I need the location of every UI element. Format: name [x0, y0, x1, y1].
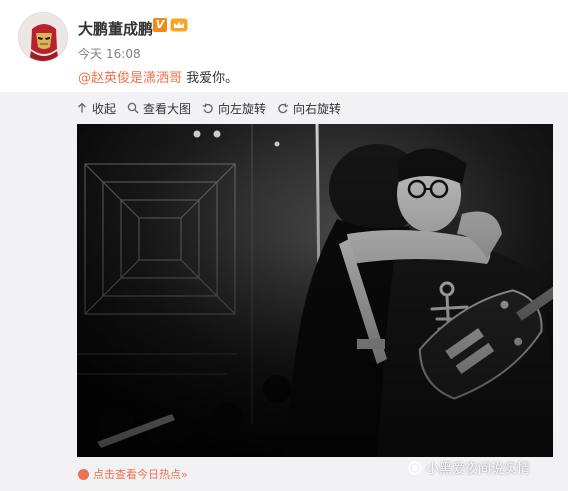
user-avatar[interactable]	[18, 12, 68, 62]
watermark-logo-icon	[408, 460, 422, 475]
post-photo[interactable]	[77, 124, 553, 457]
watermark-text: 小黑爱夜间说实情	[426, 462, 531, 477]
watermark: 小黑爱夜间说实情	[408, 458, 530, 477]
post-body: 我爱你。	[186, 71, 239, 86]
post-time[interactable]: 今天 16:08	[78, 45, 141, 62]
hot-flame-icon	[78, 468, 89, 480]
rotate-right-label: 向右旋转	[293, 101, 342, 116]
collapse-button[interactable]: 收起	[76, 100, 116, 117]
rotate-left-label: 向左旋转	[218, 101, 267, 116]
member-crown-icon[interactable]	[170, 18, 188, 32]
concert-photo-image	[77, 124, 553, 457]
rotate-right-button[interactable]: 向右旋转	[277, 100, 341, 117]
magnifier-icon	[127, 102, 139, 114]
post-clock: 16:08	[106, 47, 141, 61]
ironman-avatar-icon	[19, 13, 67, 61]
post-day: 今天	[78, 47, 103, 61]
mention-link[interactable]: @赵英俊是潇洒哥	[78, 71, 182, 86]
hot-topics-label: 点击查看今日热点»	[93, 468, 188, 481]
hot-topics-link[interactable]: 点击查看今日热点»	[78, 466, 188, 482]
verified-badge-icon[interactable]: V	[153, 18, 167, 32]
username[interactable]: 大鹏董成鹏	[78, 18, 153, 39]
rotate-left-button[interactable]: 向左旋转	[202, 100, 266, 117]
view-large-label: 查看大图	[143, 101, 192, 116]
rotate-right-icon	[278, 103, 289, 114]
collapse-label: 收起	[92, 101, 117, 116]
post-text: @赵英俊是潇洒哥 我爱你。	[78, 67, 238, 86]
image-toolbar: 收起 查看大图 向左旋转 向右旋转	[76, 98, 352, 118]
collapse-up-icon	[78, 102, 86, 113]
media-panel: 收起 查看大图 向左旋转 向右旋转 点击查看今日热点» 小黑爱夜间说实情	[0, 92, 568, 491]
rotate-left-icon	[202, 103, 213, 114]
post-header: 大鹏董成鹏 V 今天 16:08 @赵英俊是潇洒哥 我爱你。	[0, 0, 568, 92]
view-large-button[interactable]: 查看大图	[127, 100, 191, 117]
